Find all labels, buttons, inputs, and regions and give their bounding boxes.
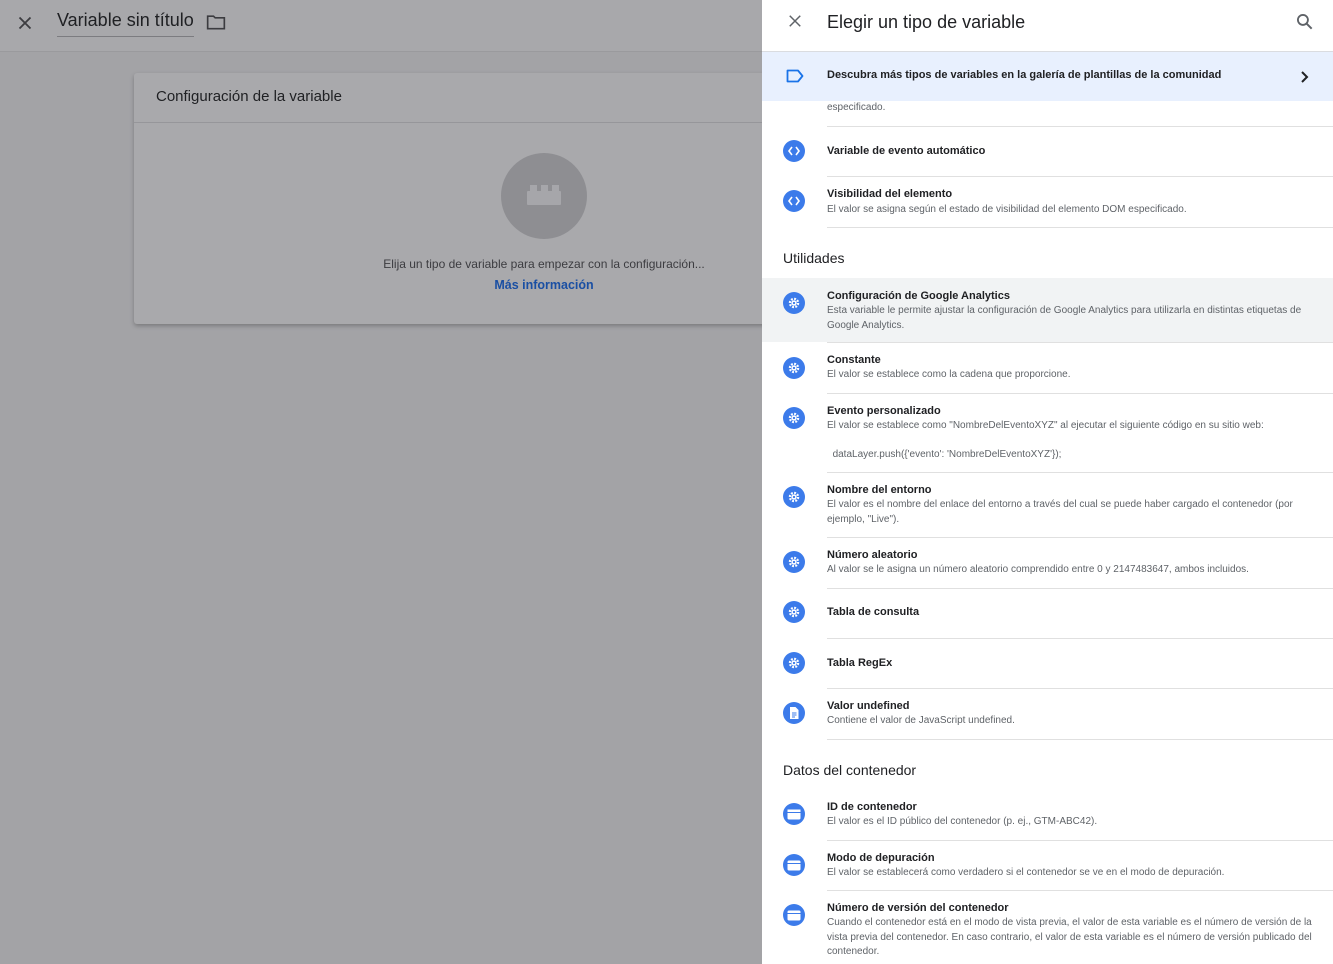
section-heading-container-data: Datos del contenedor bbox=[783, 762, 917, 778]
card-title: Configuración de la variable bbox=[134, 73, 834, 123]
tag-icon bbox=[786, 69, 804, 83]
browser-window-icon bbox=[783, 904, 805, 926]
item-description: Cuando el contenedor está en el modo de … bbox=[827, 917, 1315, 957]
variable-type-lookup-table[interactable]: Tabla de consulta bbox=[762, 589, 1333, 639]
item-description: El valor se establece como "NombreDelEve… bbox=[827, 420, 1264, 431]
browser-window-icon bbox=[783, 803, 805, 825]
close-icon[interactable] bbox=[786, 12, 804, 30]
variable-type-auto-event[interactable]: Variable de evento automático bbox=[762, 127, 1333, 177]
variable-title[interactable]: Variable sin título bbox=[57, 10, 194, 37]
gear-icon bbox=[783, 652, 805, 674]
variable-type-random-number[interactable]: Número aleatorio Al valor se le asigna u… bbox=[762, 538, 1333, 588]
item-description: Contiene el valor de JavaScript undefine… bbox=[827, 715, 1015, 726]
search-icon[interactable] bbox=[1295, 12, 1315, 32]
gear-icon bbox=[783, 357, 805, 379]
item-name: Evento personalizado bbox=[827, 405, 941, 417]
item-description: El valor se establecerá como verdadero s… bbox=[827, 867, 1225, 878]
gear-icon bbox=[783, 486, 805, 508]
item-description: El valor es el nombre del enlace del ent… bbox=[827, 499, 1296, 525]
folder-icon[interactable] bbox=[206, 13, 226, 31]
item-description: El valor se establece como la cadena que… bbox=[827, 369, 1071, 380]
item-description: Al valor se le asigna un número aleatori… bbox=[827, 564, 1249, 575]
item-description: El valor se asigna según el estado de vi… bbox=[827, 204, 1187, 215]
item-name: Nombre del entorno bbox=[827, 484, 932, 496]
item-description: El valor es el ID público del contenedor… bbox=[827, 816, 1098, 827]
gear-icon bbox=[783, 601, 805, 623]
variable-type-container-id[interactable]: ID de contenedor El valor es el ID públi… bbox=[762, 790, 1333, 840]
item-name: Constante bbox=[827, 354, 881, 366]
variable-type-debug-mode[interactable]: Modo de depuración El valor se establece… bbox=[762, 841, 1333, 891]
document-icon bbox=[783, 702, 805, 724]
chevron-right-icon bbox=[1301, 71, 1309, 83]
gear-icon bbox=[783, 292, 805, 314]
item-description: Esta variable le permite ajustar la conf… bbox=[827, 305, 1304, 331]
item-name: Variable de evento automático bbox=[827, 145, 986, 157]
browser-window-icon bbox=[783, 854, 805, 876]
variable-type-environment-name[interactable]: Nombre del entorno El valor es el nombre… bbox=[762, 473, 1333, 537]
variable-type-ga-settings[interactable]: Configuración de Google Analytics Esta v… bbox=[762, 278, 1333, 342]
community-gallery-banner[interactable]: Descubra más tipos de variables en la ga… bbox=[762, 51, 1333, 101]
close-icon[interactable] bbox=[14, 12, 36, 34]
item-name: Modo de depuración bbox=[827, 852, 935, 864]
item-code-sample: dataLayer.push({'evento': 'NombreDelEven… bbox=[827, 449, 1062, 460]
gallery-text: Descubra más tipos de variables en la ga… bbox=[827, 69, 1222, 81]
variable-type-panel: especificado. Variable de evento automát… bbox=[762, 0, 1333, 964]
variable-type-regex-table[interactable]: Tabla RegEx bbox=[762, 639, 1333, 689]
item-name: Tabla RegEx bbox=[827, 657, 893, 669]
gear-icon bbox=[783, 551, 805, 573]
panel-title: Elegir un tipo de variable bbox=[827, 12, 1026, 32]
item-name: Visibilidad del elemento bbox=[827, 188, 953, 200]
item-name: Número aleatorio bbox=[827, 549, 918, 561]
section-heading-utilities: Utilidades bbox=[783, 250, 845, 266]
item-name: Número de versión del contenedor bbox=[827, 902, 1009, 914]
variable-type-container-version[interactable]: Número de versión del contenedor Cuando … bbox=[762, 891, 1333, 964]
cut-off-description: especificado. bbox=[827, 102, 886, 113]
variable-type-custom-event[interactable]: Evento personalizado El valor se estable… bbox=[762, 394, 1333, 472]
variable-config-card: Configuración de la variable Elija un ti… bbox=[134, 73, 834, 324]
lego-brick-icon[interactable] bbox=[501, 153, 587, 239]
gear-icon bbox=[783, 407, 805, 429]
item-name: Tabla de consulta bbox=[827, 606, 920, 618]
variable-type-constant[interactable]: Constante El valor se establece como la … bbox=[762, 343, 1333, 393]
variable-type-element-visibility[interactable]: Visibilidad del elemento El valor se asi… bbox=[762, 177, 1333, 227]
item-name: ID de contenedor bbox=[827, 801, 917, 813]
item-name: Valor undefined bbox=[827, 700, 910, 712]
panel-header: Elegir un tipo de variable bbox=[762, 0, 1333, 51]
item-name: Configuración de Google Analytics bbox=[827, 290, 1010, 302]
variable-type-undefined-value[interactable]: Valor undefined Contiene el valor de Jav… bbox=[762, 689, 1333, 739]
code-icon bbox=[783, 190, 805, 212]
code-icon bbox=[783, 140, 805, 162]
